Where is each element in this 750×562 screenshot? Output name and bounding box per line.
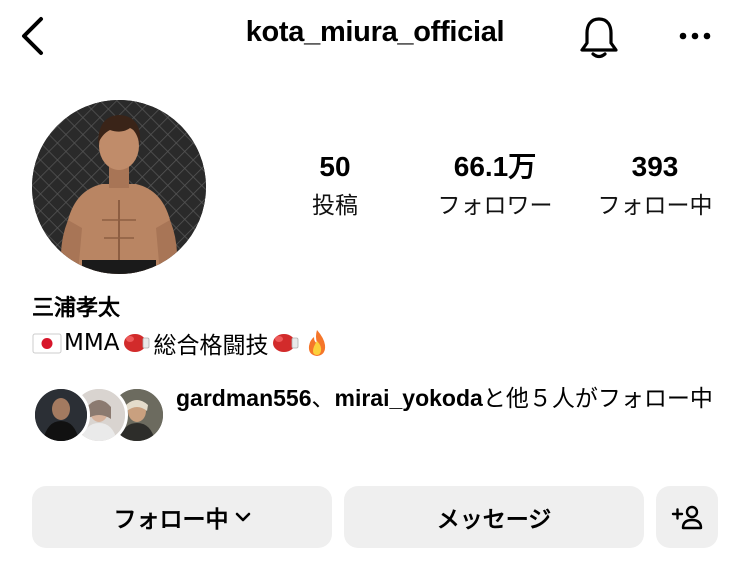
chevron-down-icon [235, 512, 251, 522]
posts-label: 投稿 [312, 193, 358, 219]
profile-username: kota_miura_official [245, 16, 505, 48]
avatar-photo [32, 100, 206, 274]
posts-count: 50 [319, 151, 351, 182]
mutual-followers-text: gardman556、mirai_yokodaと他５人がフォロー中 [176, 380, 732, 417]
bell-icon [580, 17, 618, 59]
notifications-button[interactable] [574, 12, 624, 62]
japan-flag-icon [32, 333, 62, 354]
mutual-user-1[interactable]: gardman556 [176, 385, 312, 411]
profile-bio: MMA 総合格闘技 [32, 326, 332, 360]
following-button[interactable]: フォロー中 [32, 486, 332, 548]
bio-discipline: 総合格闘技 [153, 333, 269, 359]
mutual-separator: 、 [311, 386, 335, 412]
boxing-glove-icon [273, 334, 299, 352]
bio-mma: MMA [64, 330, 120, 356]
stat-posts[interactable]: 50 投稿 [290, 150, 380, 222]
mutual-suffix: と他５人がフォロー中 [482, 386, 713, 412]
add-person-icon [671, 505, 703, 530]
stat-following[interactable]: 393 フォロー中 [585, 150, 725, 222]
followers-label: フォロワー [437, 193, 553, 219]
profile-avatar[interactable] [32, 100, 206, 274]
boxing-glove-icon [124, 334, 150, 352]
stat-followers[interactable]: 66.1万 フォロワー [420, 150, 570, 222]
message-button[interactable]: メッセージ [344, 486, 644, 548]
mutual-followers[interactable]: gardman556、mirai_yokodaと他５人がフォロー中 [32, 380, 732, 450]
message-button-label: メッセージ [436, 507, 552, 533]
profile-full-name: 三浦孝太 [32, 296, 121, 321]
followers-count: 66.1万 [453, 151, 537, 182]
fire-icon [309, 330, 326, 356]
profile-header: kota_miura_official [0, 0, 750, 72]
more-options-button[interactable] [670, 18, 720, 54]
following-count: 393 [631, 151, 679, 182]
following-button-label: フォロー中 [113, 507, 229, 533]
suggested-users-button[interactable] [656, 486, 718, 548]
mutual-avatar [32, 386, 90, 444]
following-label: フォロー中 [597, 193, 713, 219]
more-dots-icon [679, 32, 711, 40]
mutual-user-2[interactable]: mirai_yokoda [335, 385, 483, 411]
mutual-avatars [32, 386, 166, 444]
